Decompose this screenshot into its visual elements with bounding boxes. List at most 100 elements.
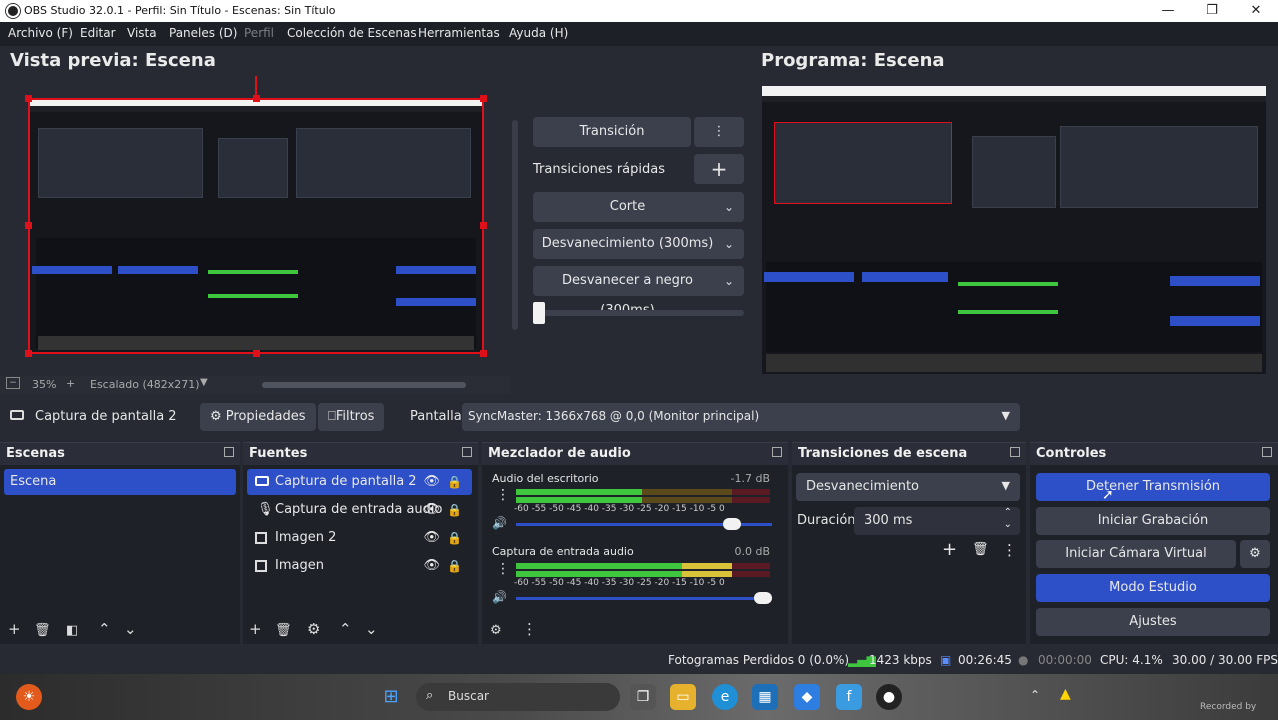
tbar-handle[interactable] <box>533 302 545 324</box>
undock-icon[interactable] <box>1010 447 1020 457</box>
zoom-in-icon[interactable]: + <box>66 377 75 390</box>
weather-icon[interactable]: ☀ <box>16 684 42 710</box>
source-item-image2[interactable]: Imagen 2 👁 🔒 <box>247 525 472 551</box>
add-quick-transition-icon[interactable]: + <box>694 154 744 184</box>
settings-button[interactable]: Ajustes <box>1036 608 1270 636</box>
resize-handle[interactable] <box>25 350 32 357</box>
source-item-image[interactable]: Imagen 👁 🔒 <box>247 553 472 579</box>
move-up-icon[interactable]: ⌃ <box>98 620 111 638</box>
resize-handle[interactable] <box>253 350 260 357</box>
undock-icon[interactable] <box>772 447 782 457</box>
stop-stream-button[interactable]: Detener Transmisión <box>1036 473 1270 501</box>
scene-item[interactable]: Escena <box>4 469 236 495</box>
resize-handle[interactable] <box>253 95 260 102</box>
tray-chevron-icon[interactable]: ⌃ <box>1030 688 1040 702</box>
add-icon[interactable]: + <box>249 620 262 638</box>
menu-coleccion[interactable]: Colección de Escenas <box>287 26 417 40</box>
quick-transition-fade[interactable]: Desvanecimiento (300ms) ⌄ <box>533 229 744 259</box>
add-icon[interactable]: + <box>942 539 957 560</box>
gear-icon[interactable]: ⚙ <box>307 620 320 638</box>
studio-mode-button[interactable]: Modo Estudio <box>1036 574 1270 602</box>
task-view-icon[interactable]: ❐ <box>630 684 656 710</box>
transition-type-select[interactable]: Desvanecimiento ▼ <box>796 473 1020 501</box>
speaker-icon[interactable]: 🔊 <box>492 590 507 604</box>
move-down-icon[interactable]: ⌄ <box>365 620 378 638</box>
menu-vista[interactable]: Vista <box>127 26 157 40</box>
eye-icon[interactable]: 👁 <box>423 525 440 551</box>
quick-transition-fade-black[interactable]: Desvanecer a negro (300ms)⌄ <box>533 266 744 318</box>
resize-handle[interactable] <box>480 350 487 357</box>
zoom-out-icon[interactable]: − <box>6 377 20 389</box>
screen-select[interactable]: SyncMaster: 1366x768 @ 0,0 (Monitor prin… <box>462 403 1020 431</box>
source-item-screen2[interactable]: Captura de pantalla 2 👁 🔒 <box>247 469 472 495</box>
duration-input[interactable]: 300 ms ⌃ ⌄ <box>854 507 1020 535</box>
start-virtualcam-button[interactable]: Iniciar Cámara Virtual <box>1036 540 1236 568</box>
store-icon[interactable]: ▦ <box>752 684 778 710</box>
sources-dock: Fuentes Captura de pantalla 2 👁 🔒 🎙 Captu… <box>243 442 478 644</box>
close-button[interactable]: ✕ <box>1234 1 1278 21</box>
resize-handle[interactable] <box>480 222 487 229</box>
tbar-track[interactable] <box>533 310 744 316</box>
maximize-button[interactable]: ❐ <box>1190 1 1234 21</box>
preview-hscrollbar[interactable] <box>262 382 466 388</box>
resize-handle[interactable] <box>480 95 487 102</box>
properties-button[interactable]: ⚙ Propiedades <box>200 403 316 431</box>
app-icon[interactable]: f <box>836 684 862 710</box>
file-explorer-icon[interactable]: ▭ <box>670 684 696 710</box>
menu-archivo[interactable]: Archivo (F) <box>8 26 73 40</box>
trash-icon[interactable]: 🗑 <box>972 542 989 557</box>
spin-down-icon[interactable]: ⌄ <box>1004 519 1012 530</box>
start-recording-button[interactable]: Iniciar Grabación <box>1036 507 1270 535</box>
add-icon[interactable]: + <box>8 620 21 638</box>
trash-icon[interactable]: 🗑 <box>34 623 51 638</box>
transition-menu-icon[interactable]: ⋮ <box>1002 541 1017 559</box>
filter-icon[interactable]: ◧ <box>66 623 78 638</box>
speaker-icon[interactable]: 🔊 <box>492 516 507 530</box>
source-item-audio[interactable]: 🎙 Captura de entrada audio 👁 🔒 <box>247 497 472 523</box>
filters-button[interactable]: ⎕Filtros <box>318 403 385 431</box>
spin-up-icon[interactable]: ⌃ <box>1004 507 1012 518</box>
obs-taskbar-icon[interactable]: ● <box>876 684 902 710</box>
resize-handle[interactable] <box>25 222 32 229</box>
channel-menu-icon[interactable]: ⋮ <box>496 561 510 577</box>
advanced-audio-icon[interactable]: ⚙ <box>490 623 502 638</box>
undock-icon[interactable] <box>224 447 234 457</box>
preview-vscrollbar[interactable] <box>512 120 518 330</box>
eye-icon[interactable]: 👁 <box>423 469 440 495</box>
eye-icon[interactable]: 👁 <box>423 497 440 523</box>
menu-editar[interactable]: Editar <box>80 26 116 40</box>
channel-menu-icon[interactable]: ⋮ <box>496 487 510 503</box>
menu-perfil[interactable]: Perfil <box>244 26 274 40</box>
volume-slider-knob[interactable] <box>754 592 772 604</box>
edge-icon[interactable]: e <box>712 684 738 710</box>
minimize-button[interactable]: — <box>1146 1 1190 21</box>
app-icon[interactable]: ◆ <box>794 684 820 710</box>
selection-outline[interactable] <box>28 98 484 354</box>
undock-icon[interactable] <box>462 447 472 457</box>
move-down-icon[interactable]: ⌄ <box>124 620 137 638</box>
undock-icon[interactable] <box>1262 447 1272 457</box>
quick-transition-cut[interactable]: Corte ⌄ <box>533 192 744 222</box>
lock-icon[interactable]: 🔒 <box>447 497 462 523</box>
tray-warning-icon[interactable]: ▲ <box>1060 686 1071 702</box>
trash-icon[interactable]: 🗑 <box>275 623 292 638</box>
lock-icon[interactable]: 🔒 <box>447 525 462 551</box>
eye-icon[interactable]: 👁 <box>423 553 440 579</box>
volume-slider-knob[interactable] <box>723 518 742 530</box>
menu-paneles[interactable]: Paneles (D) <box>169 26 237 40</box>
transition-button[interactable]: Transición <box>533 117 691 147</box>
transition-menu-icon[interactable]: ⋮ <box>694 117 744 147</box>
duration-label: Duración <box>797 513 856 528</box>
taskbar-search[interactable]: ⌕ Buscar <box>416 683 620 711</box>
menu-herramientas[interactable]: Herramientas <box>418 26 500 40</box>
mixer-menu-icon[interactable]: ⋮ <box>522 620 537 638</box>
lock-icon[interactable]: 🔒 <box>447 553 462 579</box>
virtualcam-gear-icon[interactable]: ⚙ <box>1240 540 1270 568</box>
volume-slider-track[interactable] <box>516 597 772 600</box>
menu-ayuda[interactable]: Ayuda (H) <box>509 26 568 40</box>
resize-handle[interactable] <box>25 95 32 102</box>
move-up-icon[interactable]: ⌃ <box>339 620 352 638</box>
scale-dropdown-icon[interactable]: ▼ <box>200 377 208 388</box>
windows-start-icon[interactable]: ⊞ <box>378 684 404 710</box>
lock-icon[interactable]: 🔒 <box>447 469 462 495</box>
